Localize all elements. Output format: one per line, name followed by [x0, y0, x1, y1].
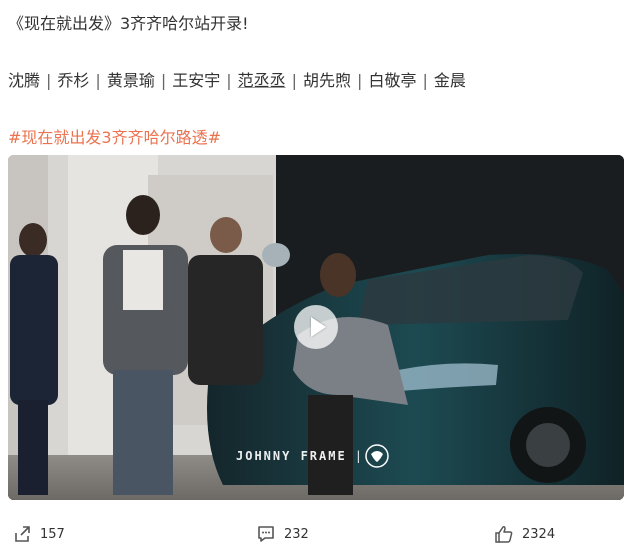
cast-separator: | [46, 71, 52, 90]
cast-separator: | [291, 71, 298, 90]
video-watermark: JOHNNY FRAME | [236, 449, 372, 463]
comment-icon [258, 526, 274, 542]
cast-separator: | [95, 71, 101, 90]
cast-list: 沈腾 | 乔杉 | 黄景瑜 | 王安宇 | 范丞丞 | 胡先煦 | 白敬亭 | 金晨 [8, 67, 466, 91]
share-button[interactable]: 157 [12, 524, 65, 544]
cast-name: 胡先煦 [303, 71, 352, 90]
cast-name: 王安宇 [172, 71, 221, 90]
cast-separator: | [226, 71, 232, 90]
cast-name: 沈腾 [8, 71, 41, 90]
play-button[interactable] [294, 305, 338, 349]
post-meta-strip [8, 0, 408, 8]
watermark-text: JOHNNY FRAME [236, 449, 347, 463]
cast-name: 黄景瑜 [106, 71, 155, 90]
watermark-separator: | [354, 449, 364, 463]
cast-name: 金晨 [433, 71, 466, 90]
comment-button[interactable]: 232 [256, 524, 309, 544]
video-player[interactable]: JOHNNY FRAME | [8, 155, 624, 500]
share-icon [15, 526, 30, 542]
post-action-bar: 157 232 2324 [0, 518, 640, 552]
cast-separator: | [160, 71, 167, 90]
cast-name: 白敬亭 [368, 71, 417, 90]
comment-count: 232 [284, 526, 309, 542]
cast-separator: | [357, 71, 363, 90]
thumbs-up-icon [495, 526, 513, 543]
cast-separator: | [422, 71, 428, 90]
like-count: 2324 [522, 526, 556, 542]
post-title: 《现在就出发》3齐齐哈尔站开录! [8, 14, 249, 33]
play-icon [310, 317, 326, 337]
like-button[interactable]: 2324 [494, 524, 555, 544]
cast-name-link[interactable]: 范丞丞 [238, 71, 286, 90]
hashtag-link[interactable]: #现在就出发3齐齐哈尔路透# [8, 124, 221, 148]
share-count: 157 [40, 526, 65, 542]
cast-name: 乔杉 [57, 71, 90, 90]
watermark-logo-icon [365, 444, 389, 468]
